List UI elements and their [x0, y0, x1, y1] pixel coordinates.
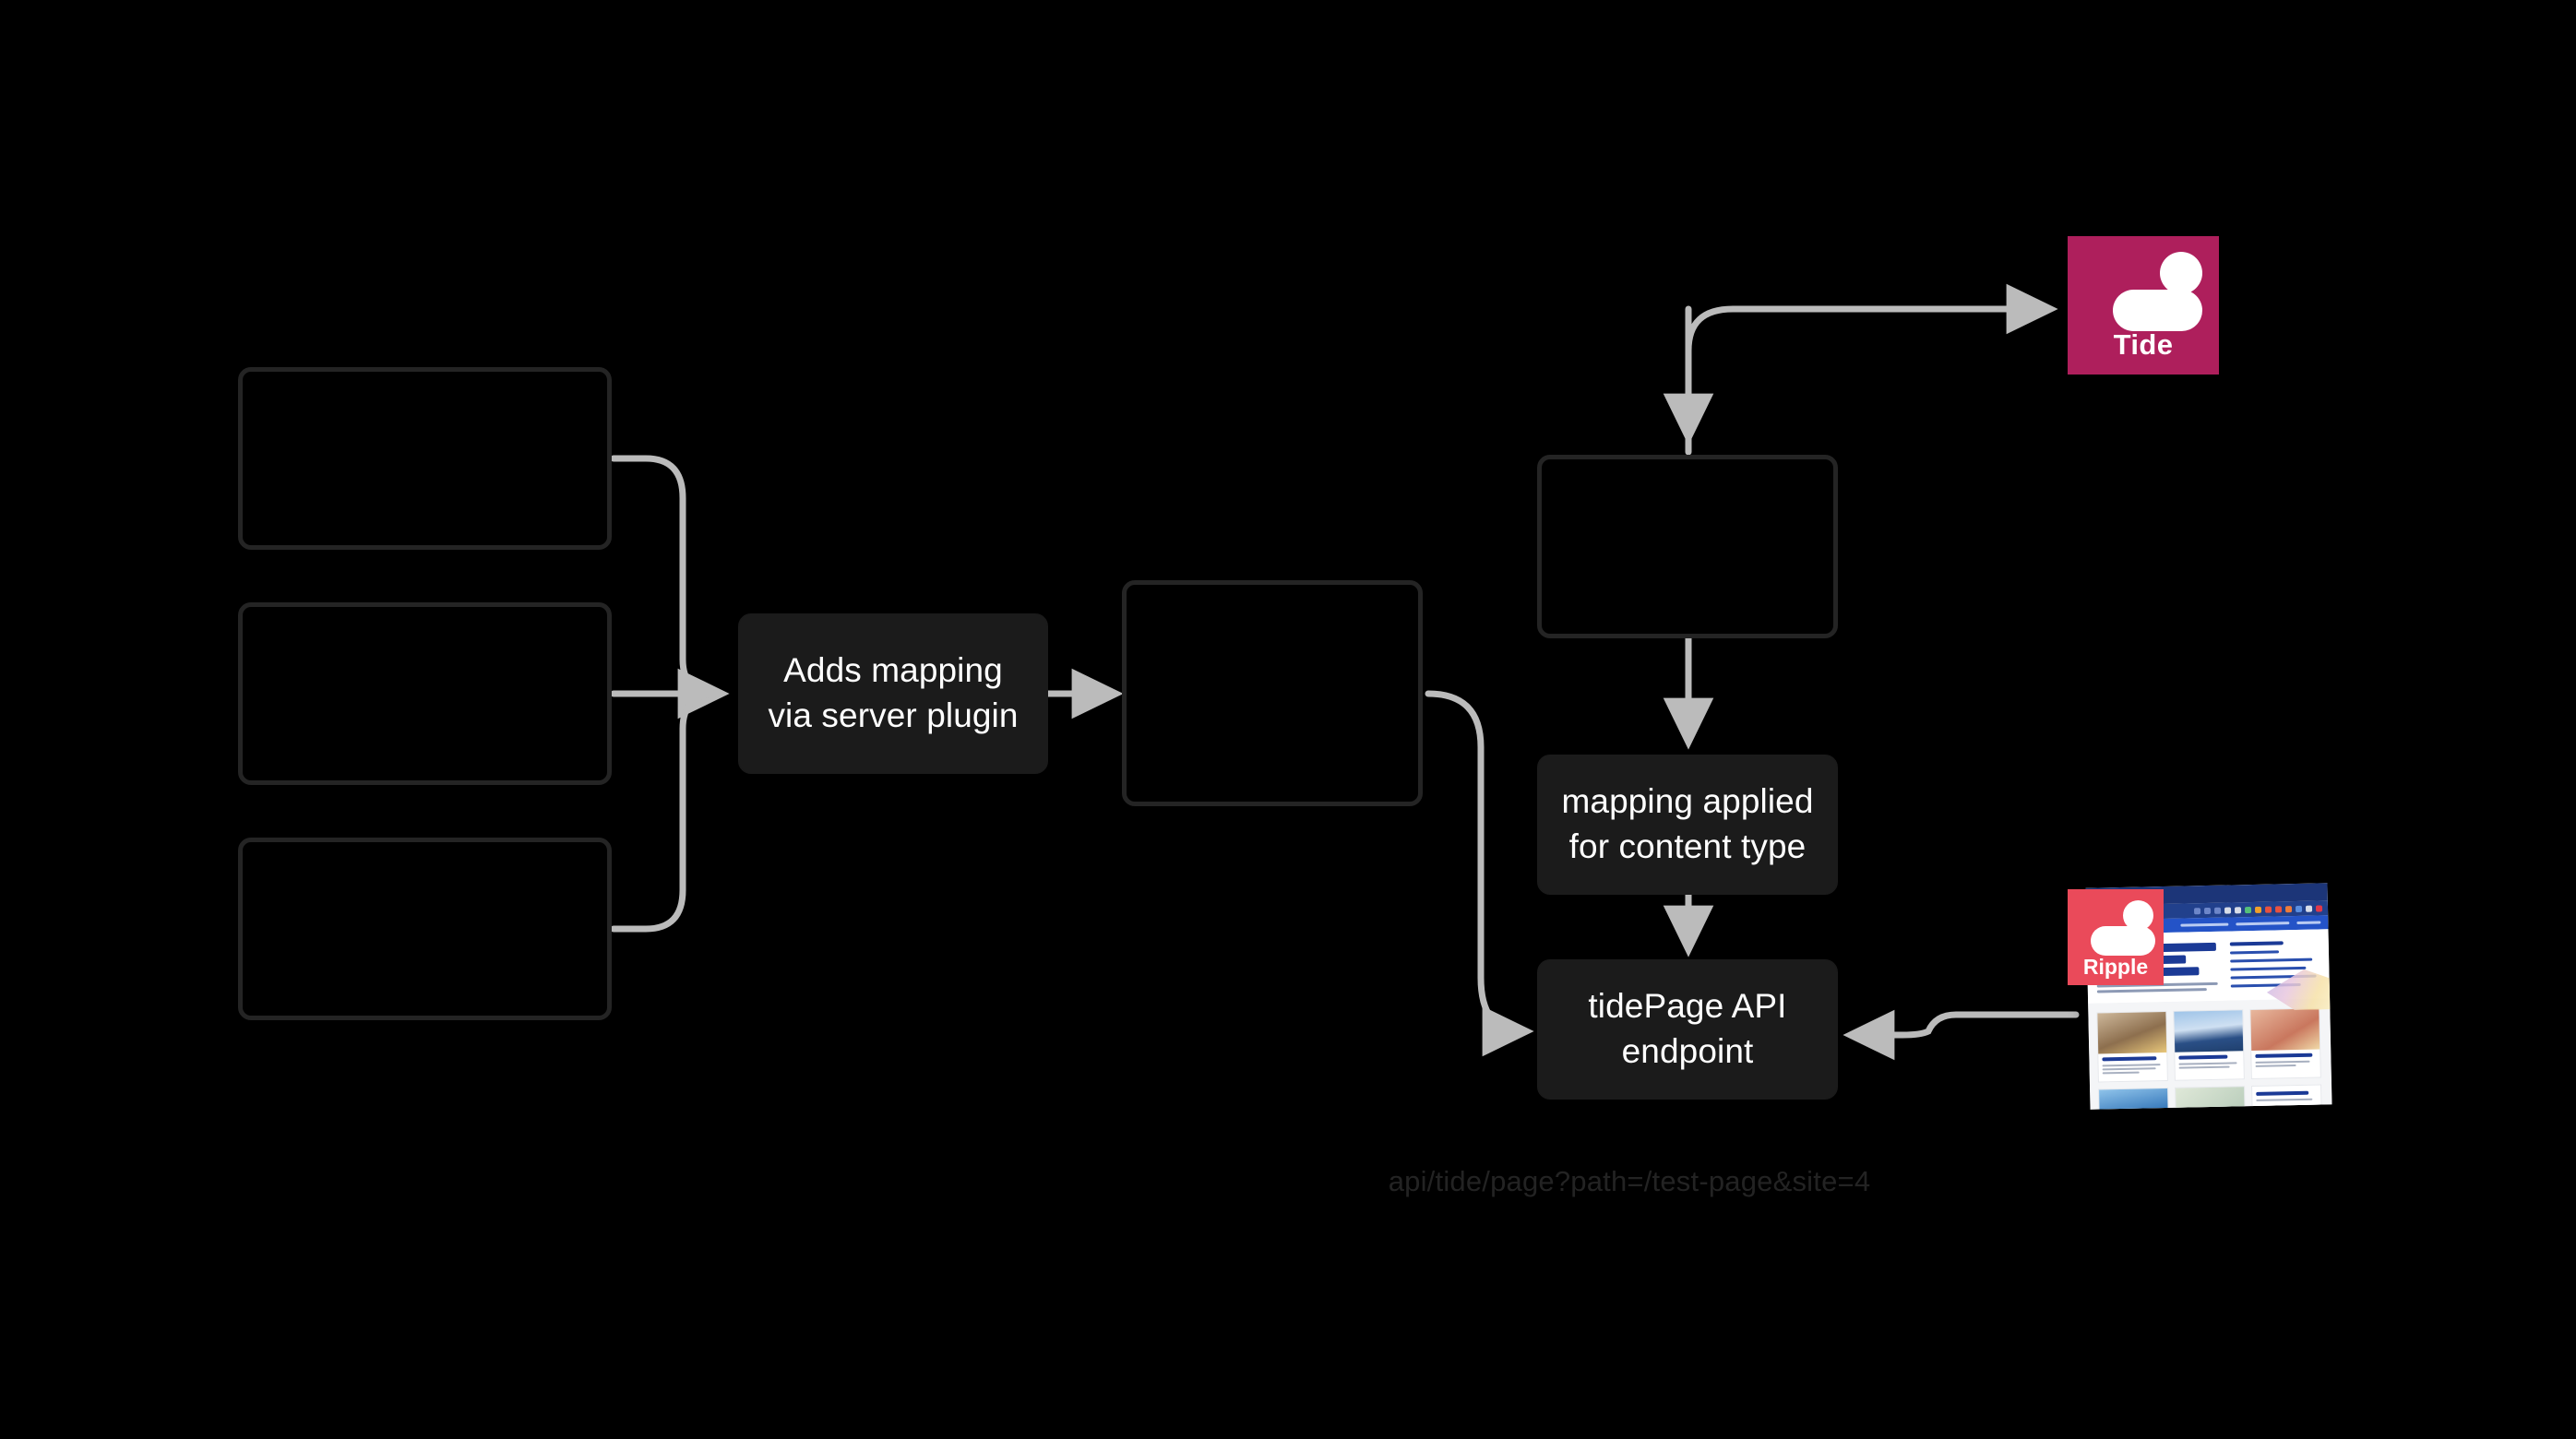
card-line: [2178, 1065, 2231, 1069]
tidepage-api-label: tidePage API endpoint: [1588, 987, 1787, 1070]
star-icon: [2203, 907, 2212, 914]
extension-icon-9: [2305, 905, 2313, 912]
source-box-middle[interactable]: [238, 602, 612, 785]
card-body: [2175, 1051, 2244, 1076]
card-line: [2102, 1064, 2161, 1067]
card-line: [2102, 1067, 2156, 1071]
card-body: [2098, 1052, 2167, 1082]
history-icon: [2213, 907, 2222, 914]
source-box-top[interactable]: [238, 367, 612, 550]
diagram-canvas: Adds mapping via server plugin mapping a…: [0, 0, 2576, 1439]
popular-link-2: [2230, 957, 2313, 963]
ripple-badge-label: Ripple: [2082, 955, 2149, 979]
adds-mapping-node[interactable]: Adds mapping via server plugin: [738, 613, 1048, 774]
search-icon: [2193, 907, 2201, 914]
site-card: [2096, 1010, 2168, 1083]
adds-mapping-label: Adds mapping via server plugin: [768, 651, 1019, 734]
ripple-badge[interactable]: Ripple: [2068, 889, 2164, 985]
extension-icon-4: [2254, 906, 2262, 913]
card-body: [2251, 1049, 2320, 1075]
tidepage-api-node[interactable]: tidePage API endpoint: [1537, 959, 1838, 1100]
site-card: [2173, 1009, 2245, 1081]
wire-intermediate-to-tidepage-api: [1425, 690, 1534, 1057]
card-image: [2099, 1088, 2168, 1110]
mapping-applied-node[interactable]: mapping applied for content type: [1537, 755, 1838, 895]
site-card: [2098, 1087, 2169, 1110]
card-image: [2250, 1008, 2320, 1052]
card-image: [2174, 1010, 2244, 1052]
popular-link-3: [2230, 966, 2306, 971]
card-line: [2102, 1071, 2140, 1075]
card-body: [2252, 1085, 2320, 1109]
extension-icon-5: [2264, 906, 2272, 913]
popular-searches-title: [2230, 941, 2284, 946]
card-line: [2255, 1064, 2296, 1067]
card-line: [2255, 1060, 2310, 1064]
person-logo-icon-head: [2160, 252, 2202, 294]
person-logo-icon-body: [2113, 290, 2202, 331]
person-logo-icon-body: [2091, 926, 2155, 956]
source-box-bottom[interactable]: [238, 838, 612, 1020]
nav-item-about-vic-gov: [2236, 922, 2290, 926]
wire-source-top-to-adds-mapping: [610, 455, 722, 697]
intermediate-box[interactable]: [1122, 580, 1423, 806]
site-card: [2249, 1007, 2321, 1080]
site-card: [2251, 1084, 2322, 1110]
wire-source-bottom-to-adds-mapping: [610, 690, 722, 933]
nav-search: [2296, 921, 2321, 924]
mapping-applied-label: mapping applied for content type: [1561, 782, 1814, 865]
extension-icon-2: [2234, 906, 2242, 913]
site-card: [2175, 1086, 2246, 1110]
wire-screenshot-to-tidepage-api: [1843, 1009, 2080, 1061]
tide-badge[interactable]: Tide: [2068, 236, 2219, 375]
profile-avatar: [2315, 904, 2323, 912]
hero-paragraph-line-2: [2096, 988, 2207, 993]
card-line: [2178, 1062, 2237, 1065]
nav-item-information: [2180, 922, 2229, 927]
wire-branch-to-tide-badge: [1685, 283, 2058, 456]
extension-icon-7: [2284, 905, 2293, 912]
upper-right-box[interactable]: [1537, 455, 1838, 638]
popular-link-1: [2230, 950, 2280, 955]
api-url-caption: api/tide/page?path=/test-page&site=4: [1388, 1165, 1871, 1197]
card-image: [2097, 1011, 2167, 1054]
site-card-grid: [2088, 998, 2332, 1110]
extension-icon-3: [2244, 906, 2252, 913]
extension-icon-6: [2274, 905, 2283, 912]
card-title: [2255, 1052, 2313, 1058]
card-title: [2256, 1090, 2309, 1096]
extension-icon-8: [2295, 905, 2303, 912]
card-image: [2176, 1087, 2245, 1110]
card-title: [2102, 1056, 2157, 1062]
tide-badge-label: Tide: [2113, 328, 2174, 361]
extension-icon-1: [2224, 906, 2232, 914]
card-line: [2256, 1098, 2313, 1101]
card-title: [2178, 1054, 2228, 1060]
